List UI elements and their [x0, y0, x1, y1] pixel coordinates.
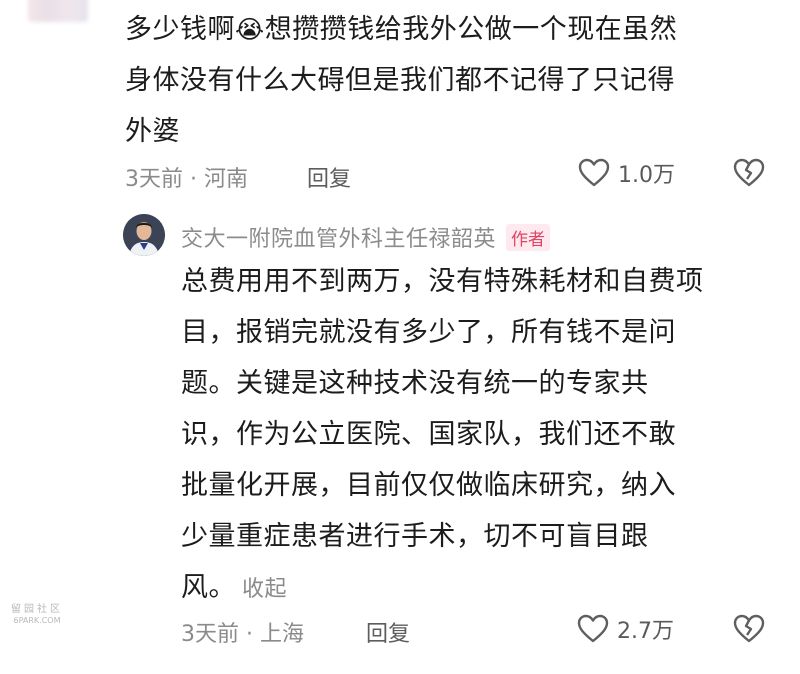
broken-heart-icon — [733, 158, 765, 188]
like-button[interactable]: 2.7万 — [577, 613, 674, 645]
reply-line-text: 风。 — [181, 572, 236, 603]
comment-body: 多少钱啊😭想攒攒钱给我外公做一个现在虽然 身体没有什么大碍但是我们都不记得了只记… — [125, 4, 790, 157]
comment-line-text: 多少钱啊 — [125, 14, 235, 45]
reply-body: 总费用用不到两万，没有特殊耗材和自费项 目，报销完就没有多少了，所有钱不是问 题… — [181, 256, 781, 615]
comment-line-text: 想攒攒钱给我外公做一个现在虽然 — [264, 14, 678, 45]
reply-line: 风。 收起 — [181, 562, 781, 615]
like-button[interactable]: 1.0万 — [578, 157, 675, 189]
comment-line: 多少钱啊😭想攒攒钱给我外公做一个现在虽然 — [125, 4, 790, 55]
heart-outline-icon — [578, 158, 610, 188]
reply-line: 总费用用不到两万，没有特殊耗材和自费项 — [181, 266, 704, 297]
watermark-title: 留园社区 — [11, 604, 63, 615]
reply-button[interactable]: 回复 — [366, 616, 410, 648]
comment-line: 外婆 — [125, 116, 180, 147]
dislike-button[interactable] — [733, 614, 765, 644]
watermark-url: 6PARK.COM — [13, 616, 61, 625]
blurred-avatar — [28, 0, 88, 22]
reply-line: 少量重症患者进行手术，切不可盲目跟 — [181, 521, 649, 552]
author-avatar[interactable] — [123, 214, 165, 256]
crying-face-icon: 😭 — [235, 15, 265, 44]
like-count: 1.0万 — [618, 163, 675, 188]
reply-button[interactable]: 回复 — [307, 161, 351, 193]
reply-time-location: 3天前 · 上海 — [181, 622, 304, 647]
author-header: 交大一附院血管外科主任禄韶英 作者 — [181, 221, 551, 253]
reply-line: 目，报销完就没有多少了，所有钱不是问 — [181, 317, 676, 348]
heart-outline-icon — [577, 614, 609, 644]
reply-line: 批量化开展，目前仅仅做临床研究，纳入 — [181, 470, 676, 501]
author-name[interactable]: 交大一附院血管外科主任禄韶英 — [181, 221, 496, 253]
author-badge: 作者 — [506, 223, 551, 251]
collapse-button[interactable]: 收起 — [242, 577, 287, 602]
broken-heart-icon — [733, 614, 765, 644]
like-count: 2.7万 — [617, 619, 674, 644]
reply-line: 题。关键是这种技术没有统一的专家共 — [181, 368, 649, 399]
watermark: 留园社区 6PARK.COM — [6, 604, 68, 626]
dislike-button[interactable] — [733, 158, 765, 188]
comment-line: 身体没有什么大碍但是我们都不记得了只记得 — [125, 65, 675, 96]
reply-line: 识，作为公立医院、国家队，我们还不敢 — [181, 419, 676, 450]
comment-time-location: 3天前 · 河南 — [125, 167, 248, 192]
